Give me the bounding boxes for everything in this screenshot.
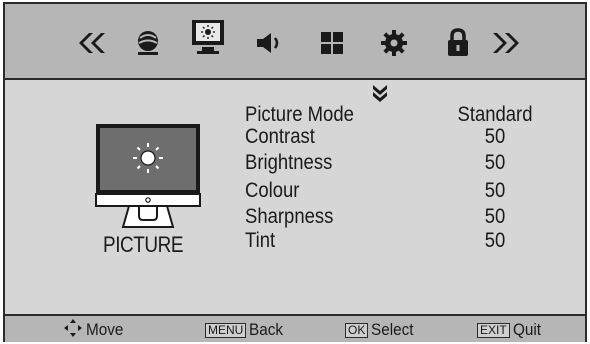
menu-row-value: 50 xyxy=(484,125,506,148)
sound-icon[interactable] xyxy=(253,26,287,60)
double-chevron-down-icon[interactable] xyxy=(371,84,389,102)
category-bar xyxy=(5,4,585,80)
picture-icon[interactable] xyxy=(191,20,225,54)
exit-key: EXIT xyxy=(477,322,510,338)
hint-bar: Move MENU Back OK Select EXIT Quit xyxy=(5,314,585,342)
setup-icon[interactable] xyxy=(315,26,349,60)
menu-row-label: Contrast xyxy=(245,125,315,148)
menu-row-sharpness[interactable]: Sharpness 50 xyxy=(245,206,555,230)
hint-text: Select xyxy=(371,320,414,339)
menu-row-label: Colour xyxy=(245,179,300,202)
menu-row-tint[interactable]: Tint 50 xyxy=(245,230,555,254)
double-chevron-left-icon[interactable] xyxy=(73,26,107,60)
menu-row-label: Brightness xyxy=(245,151,333,174)
menu-row-value: 50 xyxy=(484,205,506,228)
menu-content: PICTURE Picture Mode Standard Contrast 5… xyxy=(5,82,585,312)
double-chevron-right-icon[interactable] xyxy=(491,26,525,60)
menu-row-colour[interactable]: Colour 50 xyxy=(245,180,555,204)
menu-row-label: Tint xyxy=(245,229,276,252)
menu-row-value: 50 xyxy=(484,179,506,202)
hint-text: Back xyxy=(249,320,284,339)
hint-text: Move xyxy=(86,320,124,339)
menu-row-value: 50 xyxy=(484,229,506,252)
four-way-arrow-icon xyxy=(63,318,83,343)
menu-key: MENU xyxy=(205,322,247,338)
ok-key: OK xyxy=(345,322,369,338)
menu-row-label: Sharpness xyxy=(245,205,334,228)
hint-quit: EXIT Quit xyxy=(477,320,544,340)
category-label: PICTURE xyxy=(103,232,184,257)
hint-move: Move xyxy=(63,318,128,343)
hint-text: Quit xyxy=(512,320,541,339)
monitor-brightness-icon xyxy=(95,122,201,230)
menu-row-label: Picture Mode xyxy=(245,103,354,126)
menu-row-brightness[interactable]: Brightness 50 xyxy=(245,152,555,176)
menu-row-contrast[interactable]: Contrast 50 xyxy=(245,126,555,150)
channel-icon[interactable] xyxy=(131,26,165,60)
menu-row-value: 50 xyxy=(484,151,506,174)
lock-icon[interactable] xyxy=(441,26,475,60)
osd-menu: PICTURE Picture Mode Standard Contrast 5… xyxy=(3,2,587,342)
hint-back: MENU Back xyxy=(205,320,287,340)
menu-row-value: Standard xyxy=(457,103,533,126)
hint-select: OK Select xyxy=(345,320,419,340)
settings-gear-icon[interactable] xyxy=(377,26,411,60)
